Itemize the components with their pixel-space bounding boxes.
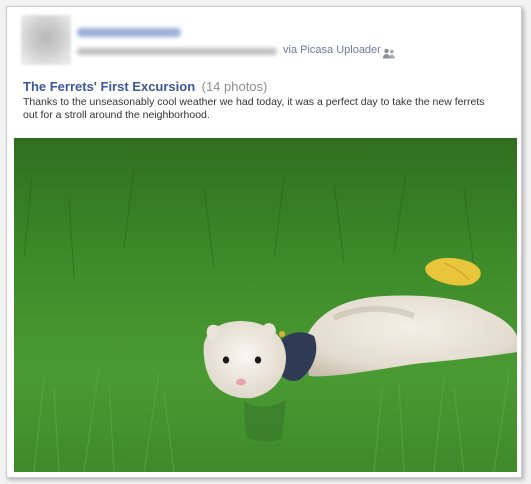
author-name-redacted[interactable] — [77, 28, 181, 37]
album-description: Thanks to the unseasonably cool weather … — [23, 96, 485, 121]
via-app-link[interactable]: via Picasa Uploader — [283, 44, 381, 56]
album-photo[interactable] — [14, 138, 517, 472]
avatar[interactable] — [21, 15, 71, 65]
feed-story: via Picasa Uploader The Ferrets' First E… — [6, 6, 522, 478]
people-icon[interactable] — [382, 47, 396, 59]
photo-count: (14 photos) — [201, 79, 268, 94]
timestamp-redacted — [77, 48, 277, 55]
album-title-row: The Ferrets' First Excursion (14 photos) — [23, 78, 267, 96]
album-title-link[interactable]: The Ferrets' First Excursion — [23, 79, 195, 94]
